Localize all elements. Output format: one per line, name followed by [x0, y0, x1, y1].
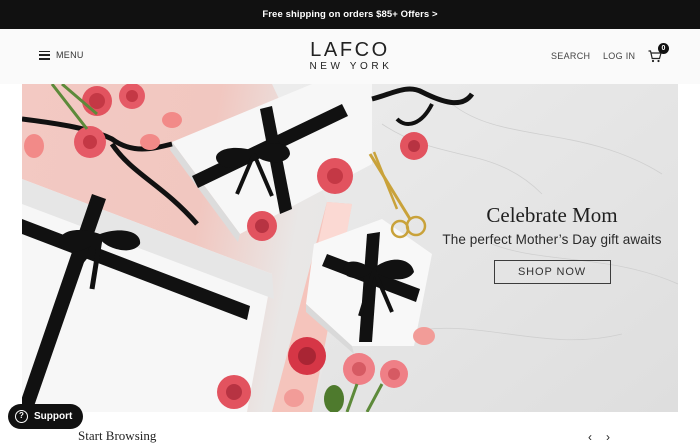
menu-button[interactable]: MENU: [39, 50, 84, 60]
logo-city: NEW YORK: [309, 61, 393, 72]
hero-copy: Celebrate Mom The perfect Mother’s Day g…: [432, 202, 672, 284]
announcement-bar: Free shipping on orders $85+ Offers >: [0, 0, 700, 29]
hamburger-icon: [39, 50, 50, 60]
chevron-right-icon[interactable]: ›: [606, 430, 624, 444]
search-link[interactable]: SEARCH: [551, 51, 590, 61]
hero-title: Celebrate Mom: [486, 203, 618, 227]
menu-label: MENU: [56, 50, 84, 60]
shop-now-button[interactable]: SHOP NOW: [493, 260, 611, 284]
chevron-left-icon[interactable]: ‹: [588, 430, 606, 444]
site-logo[interactable]: LAFCO NEW YORK: [270, 39, 430, 73]
logo-wordmark: LAFCO: [310, 39, 390, 61]
hero-banner[interactable]: Celebrate Mom The perfect Mother’s Day g…: [22, 84, 678, 412]
login-link[interactable]: LOG IN: [603, 51, 635, 61]
carousel-arrows: ‹›: [588, 430, 624, 444]
help-icon: ?: [15, 410, 28, 423]
section-title: Start Browsing: [78, 428, 157, 443]
support-label: Support: [34, 411, 73, 422]
cart-count-badge: 0: [658, 43, 669, 54]
hero-subtitle: The perfect Mother’s Day gift awaits: [442, 232, 662, 247]
announcement-link[interactable]: Free shipping on orders $85+ Offers >: [262, 9, 437, 20]
cart-button[interactable]: 0: [648, 43, 669, 65]
support-button[interactable]: ? Support: [8, 404, 83, 429]
site-header: MENU LAFCO NEW YORK SEARCH LOG IN 0: [0, 29, 700, 84]
